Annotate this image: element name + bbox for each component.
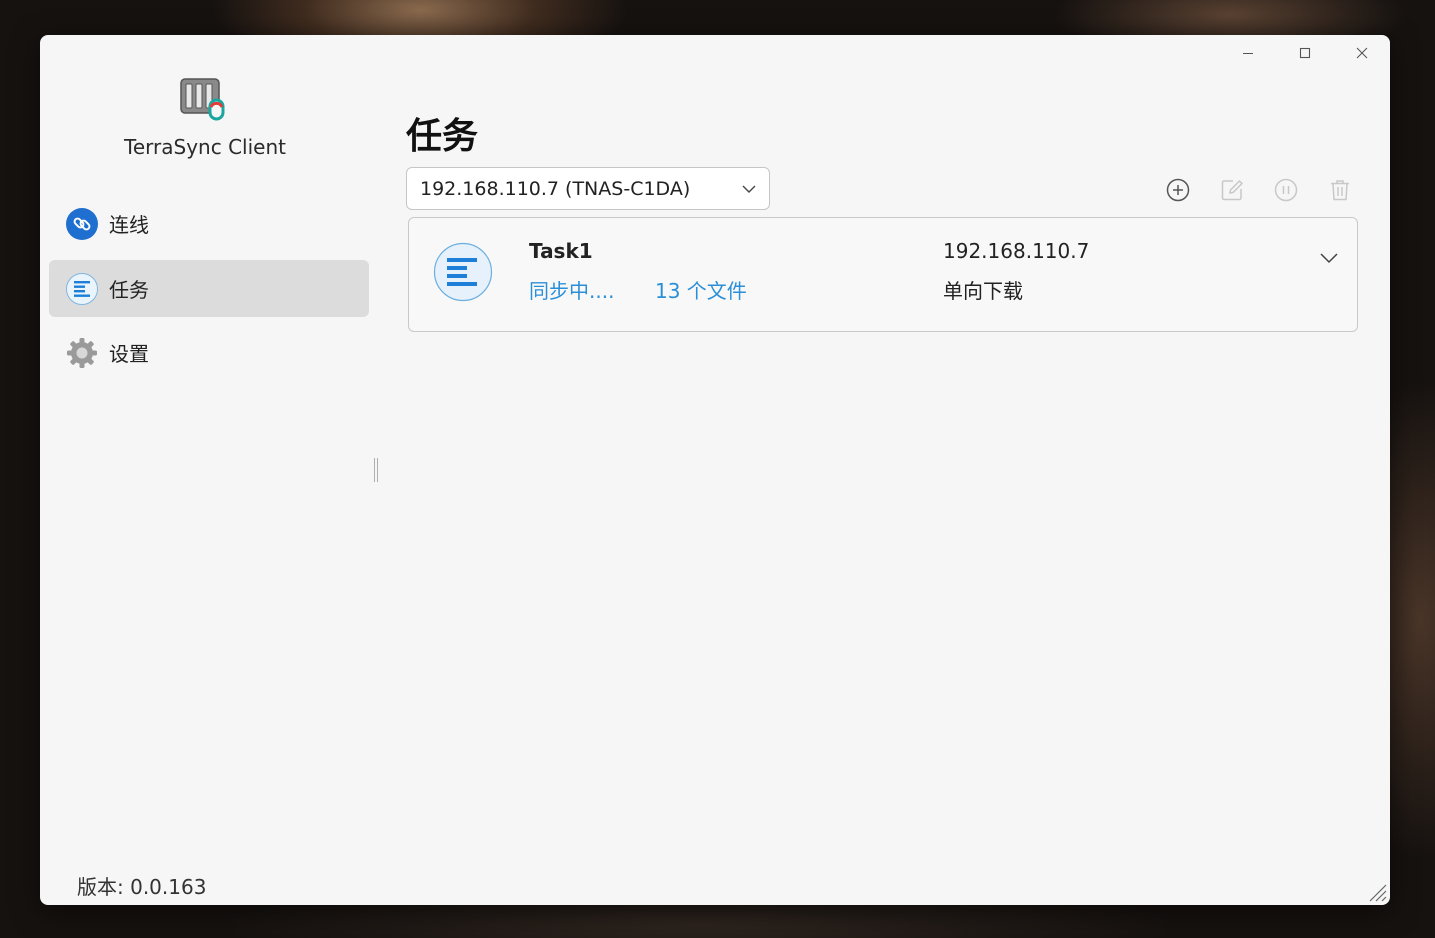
sidebar-item-label: 连线 <box>109 213 149 237</box>
device-select-value: 192.168.110.7 (TNAS-C1DA) <box>420 177 691 200</box>
delete-task-button[interactable] <box>1313 175 1367 205</box>
maximize-icon <box>1299 47 1310 59</box>
page-title: 任务 <box>406 116 479 157</box>
app-window: TerraSync Client 连线 任务 设置 版本: 0.0.163 任务… <box>40 35 1390 905</box>
task-list-icon <box>433 242 493 302</box>
task-ip: 192.168.110.7 <box>943 239 1090 263</box>
task-status: 同步中.... <box>529 279 615 303</box>
delete-icon <box>1331 180 1349 201</box>
task-toolbar <box>1151 175 1367 205</box>
chevron-down-icon <box>742 185 756 193</box>
sidebar-splitter-handle[interactable] <box>374 458 378 482</box>
sidebar-item-label: 任务 <box>109 278 149 302</box>
add-task-button[interactable] <box>1151 175 1205 205</box>
task-name: Task1 <box>529 239 593 263</box>
version-label: 版本: 0.0.163 <box>77 875 207 899</box>
sidebar-item-tasks[interactable]: 任务 <box>49 260 369 317</box>
task-expand-button[interactable] <box>1317 246 1341 270</box>
sidebar-item-label: 设置 <box>109 342 149 366</box>
gear-icon <box>65 336 99 370</box>
add-icon <box>1166 178 1190 202</box>
resize-grip-icon[interactable] <box>1364 879 1388 903</box>
app-logo <box>180 77 230 121</box>
minimize-icon <box>1242 53 1253 54</box>
close-icon <box>1356 47 1367 59</box>
pause-icon <box>1274 178 1298 202</box>
device-select[interactable]: 192.168.110.7 (TNAS-C1DA) <box>406 167 770 210</box>
task-list-icon <box>65 272 99 306</box>
sidebar-item-connection[interactable]: 连线 <box>49 195 369 252</box>
maximize-button[interactable] <box>1276 35 1333 71</box>
minimize-button[interactable] <box>1219 35 1276 71</box>
link-icon <box>65 207 99 241</box>
close-button[interactable] <box>1333 35 1390 71</box>
edit-icon <box>1221 179 1244 201</box>
edit-task-button[interactable] <box>1205 175 1259 205</box>
sidebar-item-settings[interactable]: 设置 <box>49 324 369 381</box>
chevron-down-icon <box>1320 253 1338 264</box>
pause-task-button[interactable] <box>1259 175 1313 205</box>
task-file-count: 13 个文件 <box>655 279 747 303</box>
app-name: TerraSync Client <box>124 135 286 159</box>
task-card[interactable]: Task1 同步中.... 13 个文件 192.168.110.7 单向下载 <box>408 217 1358 332</box>
window-controls <box>1219 35 1390 71</box>
task-sync-mode: 单向下载 <box>943 279 1023 303</box>
